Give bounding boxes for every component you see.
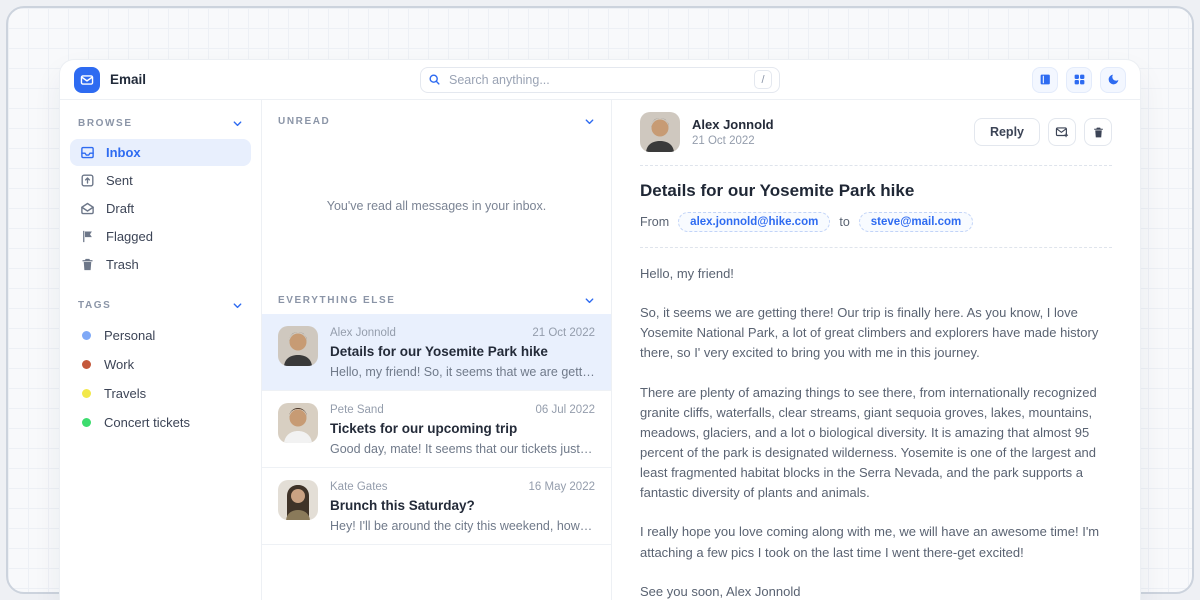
email-subject: Details for our Yosemite Park hike bbox=[330, 344, 595, 359]
brand: Email bbox=[74, 67, 146, 93]
tags-section-header[interactable]: TAGS bbox=[70, 296, 251, 321]
chevron-down-icon bbox=[232, 118, 243, 129]
reply-button[interactable]: Reply bbox=[974, 118, 1040, 146]
sidebar-item-label: Draft bbox=[106, 201, 134, 216]
browse-section-header[interactable]: BROWSE bbox=[70, 114, 251, 139]
unread-label: UNREAD bbox=[278, 116, 330, 127]
email-list-item[interactable]: Alex Jonnold 21 Oct 2022 Details for our… bbox=[262, 314, 611, 391]
tag-item-work[interactable]: Work bbox=[70, 350, 251, 379]
sent-icon bbox=[80, 173, 95, 188]
tag-dot-yellow bbox=[82, 389, 91, 398]
apps-grid-button[interactable] bbox=[1066, 67, 1092, 93]
to-label: to bbox=[839, 215, 849, 229]
email-list-item[interactable]: Pete Sand 06 Jul 2022 Tickets for our up… bbox=[262, 391, 611, 468]
trash-icon bbox=[80, 257, 95, 272]
email-app-window: Email / BROWSE bbox=[60, 60, 1140, 600]
search-input[interactable] bbox=[449, 73, 746, 87]
tag-dot-red bbox=[82, 360, 91, 369]
email-body: Hello, my friend! So, it seems we are ge… bbox=[640, 248, 1112, 600]
email-preview: Hello, my friend! So, it seems that we a… bbox=[330, 365, 595, 379]
tags-label: TAGS bbox=[78, 300, 111, 311]
search-bar[interactable]: / bbox=[420, 67, 780, 93]
tag-label: Travels bbox=[104, 386, 146, 401]
email-date: 16 May 2022 bbox=[529, 481, 596, 493]
delete-mail-button[interactable] bbox=[1084, 118, 1112, 146]
moon-icon bbox=[1107, 73, 1120, 86]
body-paragraph: I really hope you love coming along with… bbox=[640, 522, 1112, 562]
forward-mail-button[interactable] bbox=[1048, 118, 1076, 146]
tag-item-concert-tickets[interactable]: Concert tickets bbox=[70, 408, 251, 437]
sidebar-item-sent[interactable]: Sent bbox=[70, 167, 251, 194]
browse-label: BROWSE bbox=[78, 118, 133, 129]
email-subject: Tickets for our upcoming trip bbox=[330, 421, 595, 436]
tag-item-travels[interactable]: Travels bbox=[70, 379, 251, 408]
search-shortcut-key: / bbox=[754, 70, 772, 89]
grid-icon bbox=[1073, 73, 1086, 86]
signature: See you soon, Alex Jonnold bbox=[640, 582, 1112, 600]
sidebar-item-draft[interactable]: Draft bbox=[70, 195, 251, 222]
to-email-chip[interactable]: steve@mail.com bbox=[859, 212, 973, 232]
email-date: 21 Oct 2022 bbox=[532, 327, 595, 339]
mail-plus-icon bbox=[1055, 125, 1069, 139]
sidebar-item-flagged[interactable]: Flagged bbox=[70, 223, 251, 250]
unread-section-header[interactable]: UNREAD bbox=[262, 100, 611, 135]
sidebar: BROWSE Inbox Sent Draft Flagged Tra bbox=[60, 100, 262, 600]
detail-date: 21 Oct 2022 bbox=[692, 135, 774, 147]
unread-empty-message: You've read all messages in your inbox. bbox=[262, 135, 611, 277]
email-sender: Kate Gates bbox=[330, 481, 388, 493]
email-subject: Brunch this Saturday? bbox=[330, 498, 595, 513]
search-icon bbox=[428, 73, 441, 86]
email-preview: Good day, mate! It seems that our ticket… bbox=[330, 442, 595, 456]
dark-mode-button[interactable] bbox=[1100, 67, 1126, 93]
email-detail-panel: Alex Jonnold 21 Oct 2022 Reply Details f… bbox=[612, 100, 1140, 600]
tag-label: Concert tickets bbox=[104, 415, 190, 430]
email-sender: Pete Sand bbox=[330, 404, 384, 416]
tag-label: Work bbox=[104, 357, 134, 372]
email-logo-icon bbox=[74, 67, 100, 93]
everything-else-section-header[interactable]: EVERYTHING ELSE bbox=[262, 277, 611, 314]
app-header: Email / bbox=[60, 60, 1140, 100]
mail-list-panel: UNREAD You've read all messages in your … bbox=[262, 100, 612, 600]
body-paragraph: There are plenty of amazing things to se… bbox=[640, 383, 1112, 504]
avatar bbox=[278, 403, 318, 443]
avatar bbox=[278, 480, 318, 520]
body-paragraph: Hello, my friend! bbox=[640, 264, 1112, 284]
from-email-chip[interactable]: alex.jonnold@hike.com bbox=[678, 212, 830, 232]
email-date: 06 Jul 2022 bbox=[536, 404, 595, 416]
avatar bbox=[640, 112, 680, 152]
body-paragraph: So, it seems we are getting there! Our t… bbox=[640, 303, 1112, 363]
sidebar-item-label: Sent bbox=[106, 173, 133, 188]
email-list-item[interactable]: Kate Gates 16 May 2022 Brunch this Satur… bbox=[262, 468, 611, 545]
book-icon bbox=[1039, 73, 1052, 86]
flag-icon bbox=[80, 229, 95, 244]
sidebar-item-inbox[interactable]: Inbox bbox=[70, 139, 251, 166]
app-title: Email bbox=[110, 72, 146, 87]
chevron-down-icon bbox=[232, 300, 243, 311]
detail-sender-name: Alex Jonnold bbox=[692, 117, 774, 132]
sidebar-item-label: Inbox bbox=[106, 145, 141, 160]
from-label: From bbox=[640, 215, 669, 229]
detail-subject: Details for our Yosemite Park hike bbox=[640, 181, 1112, 201]
sidebar-item-label: Trash bbox=[106, 257, 139, 272]
trash-icon bbox=[1092, 126, 1105, 139]
inbox-icon bbox=[80, 145, 95, 160]
draft-icon bbox=[80, 201, 95, 216]
email-sender: Alex Jonnold bbox=[330, 327, 396, 339]
sidebar-item-label: Flagged bbox=[106, 229, 153, 244]
sidebar-item-trash[interactable]: Trash bbox=[70, 251, 251, 278]
chevron-down-icon bbox=[584, 295, 595, 306]
tag-item-personal[interactable]: Personal bbox=[70, 321, 251, 350]
tag-dot-green bbox=[82, 418, 91, 427]
avatar bbox=[278, 326, 318, 366]
everything-else-label: EVERYTHING ELSE bbox=[278, 295, 396, 306]
tag-label: Personal bbox=[104, 328, 155, 343]
chevron-down-icon bbox=[584, 116, 595, 127]
book-button[interactable] bbox=[1032, 67, 1058, 93]
divider bbox=[640, 165, 1112, 166]
email-preview: Hey! I'll be around the city this weeken… bbox=[330, 519, 595, 533]
tag-dot-blue bbox=[82, 331, 91, 340]
